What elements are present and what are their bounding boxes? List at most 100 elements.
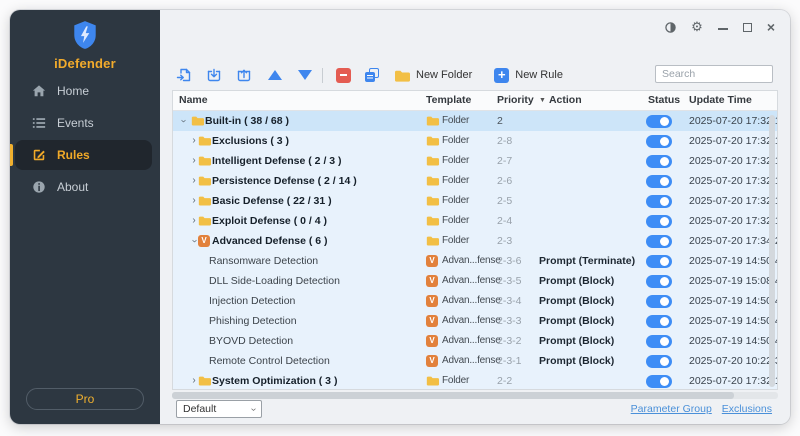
delete-icon[interactable] (336, 68, 351, 83)
template-name: Folder (442, 111, 469, 131)
status-toggle[interactable] (646, 375, 672, 388)
horizontal-scrollbar-thumb[interactable] (172, 392, 734, 399)
plus-icon: + (494, 68, 509, 83)
folder-icon (394, 69, 410, 82)
sidebar-item-about[interactable]: About (10, 172, 160, 202)
folder-icon (426, 235, 439, 246)
column-header-update-time[interactable]: Update Time (689, 91, 752, 110)
app-logo-shield-icon (72, 20, 98, 50)
parameter-group-link[interactable]: Parameter Group (631, 403, 712, 415)
status-toggle[interactable] (646, 235, 672, 248)
table-row[interactable]: › Intelligent Defense ( 2 / 3 ) Folder 2… (173, 151, 777, 171)
update-time: 2025-07-19 14:50:41 (689, 251, 777, 271)
column-header-priority[interactable]: Priority (497, 91, 534, 110)
table-row[interactable]: › Exploit Defense ( 0 / 4 ) Folder 2-4 2… (173, 211, 777, 231)
status-toggle[interactable] (646, 135, 672, 148)
table-row[interactable]: › V Advanced Defense ( 6 ) Folder 2-3 20… (173, 231, 777, 251)
move-up-icon[interactable] (268, 70, 282, 80)
table-row[interactable]: BYOVD Detection V Advan...fense 2-3-2 Pr… (173, 331, 777, 351)
update-time: 2025-07-20 17:32:19 (689, 211, 777, 231)
status-toggle[interactable] (646, 355, 672, 368)
sidebar-item-events[interactable]: Events (10, 108, 160, 138)
priority-value: 2-8 (497, 131, 512, 151)
table-row[interactable]: Remote Control Detection V Advan...fense… (173, 351, 777, 371)
status-toggle[interactable] (646, 255, 672, 268)
table-row[interactable]: Ransomware Detection V Advan...fense 2-3… (173, 251, 777, 271)
table-row[interactable]: Injection Detection V Advan...fense 2-3-… (173, 291, 777, 311)
status-toggle[interactable] (646, 195, 672, 208)
template-icon: V (426, 275, 438, 287)
chevron-down-icon: › (248, 407, 259, 410)
advanced-template-icon: V (426, 295, 438, 307)
update-time: 2025-07-20 10:22:32 (689, 351, 777, 371)
status-toggle[interactable] (646, 335, 672, 348)
sidebar-item-home[interactable]: Home (10, 76, 160, 106)
preset-dropdown[interactable]: Default › (176, 400, 262, 418)
update-time: 2025-07-20 17:32:19 (689, 111, 777, 131)
table-row[interactable]: › Persistence Defense ( 2 / 14 ) Folder … (173, 171, 777, 191)
folder-icon (198, 175, 211, 186)
priority-value: 2-3-6 (497, 251, 522, 271)
priority-value: 2-3-3 (497, 311, 522, 331)
column-header-status[interactable]: Status (648, 91, 680, 110)
update-time: 2025-07-20 17:32:19 (689, 171, 777, 191)
status-toggle[interactable] (646, 115, 672, 128)
sidebar-item-label: Rules (57, 148, 90, 162)
sidebar-item-rules[interactable]: Rules (15, 140, 152, 170)
filter-triangle-icon[interactable]: ▼ (539, 91, 546, 110)
new-rule-label: New Rule (515, 69, 563, 81)
template-name: Advan...fense (442, 271, 501, 291)
duplicate-icon[interactable] (364, 67, 380, 83)
status-toggle[interactable] (646, 175, 672, 188)
status-toggle[interactable] (646, 315, 672, 328)
events-list-icon (32, 116, 46, 130)
status-toggle[interactable] (646, 155, 672, 168)
column-header-name[interactable]: Name (179, 91, 208, 110)
horizontal-scrollbar-track[interactable] (172, 392, 778, 399)
folder-icon (198, 195, 211, 206)
export-icon[interactable] (236, 67, 252, 83)
status-toggle[interactable] (646, 215, 672, 228)
table-row[interactable]: DLL Side-Loading Detection V Advan...fen… (173, 271, 777, 291)
new-rule-button[interactable]: + New Rule (494, 68, 563, 83)
settings-gear-icon[interactable]: ⚙ (691, 19, 703, 35)
pro-button[interactable]: Pro (26, 388, 144, 410)
column-header-action[interactable]: ▼Action (539, 91, 582, 111)
import-rule-icon[interactable] (176, 67, 192, 83)
column-header-template[interactable]: Template (426, 91, 471, 110)
priority-value: 2-4 (497, 211, 512, 231)
toggle-knob (660, 297, 669, 306)
table-row[interactable]: Phishing Detection V Advan...fense 2-3-3… (173, 311, 777, 331)
toolbar: New Folder + New Rule (176, 62, 563, 88)
move-down-icon[interactable] (298, 70, 312, 80)
rule-name: Injection Detection (209, 291, 295, 311)
exclusions-link[interactable]: Exclusions (722, 403, 772, 415)
status-toggle[interactable] (646, 295, 672, 308)
table-row[interactable]: › Exclusions ( 3 ) Folder 2-8 2025-07-20… (173, 131, 777, 151)
minimize-icon[interactable] (718, 24, 728, 30)
template-name: Advan...fense (442, 251, 501, 271)
update-time: 2025-07-20 17:32:19 (689, 151, 777, 171)
template-icon: V (426, 295, 438, 307)
maximize-icon[interactable] (743, 23, 752, 32)
update-time: 2025-07-20 17:34:29 (689, 231, 777, 251)
status-toggle[interactable] (646, 275, 672, 288)
advanced-template-icon: V (426, 255, 438, 267)
rule-name: BYOVD Detection (209, 331, 293, 351)
import-icon[interactable] (206, 67, 222, 83)
template-icon: V (426, 255, 438, 267)
priority-value: 2-3 (497, 231, 512, 251)
template-name: Folder (442, 171, 469, 191)
rule-name: Built-in ( 38 / 68 ) (205, 111, 289, 131)
vertical-scrollbar[interactable] (769, 115, 775, 387)
new-folder-button[interactable]: New Folder (394, 69, 472, 82)
search-input[interactable] (655, 65, 773, 83)
theme-toggle-icon[interactable] (665, 22, 676, 33)
collapse-chevron-icon[interactable]: › (173, 116, 193, 126)
table-row[interactable]: › System Optimization ( 3 ) Folder 2-2 2… (173, 371, 777, 391)
folder-icon (426, 155, 439, 166)
folder-icon (426, 215, 439, 226)
close-icon[interactable]: × (767, 22, 775, 32)
table-row[interactable]: › Built-in ( 38 / 68 ) Folder 2 2025-07-… (173, 111, 777, 131)
table-row[interactable]: › Basic Defense ( 22 / 31 ) Folder 2-5 2… (173, 191, 777, 211)
